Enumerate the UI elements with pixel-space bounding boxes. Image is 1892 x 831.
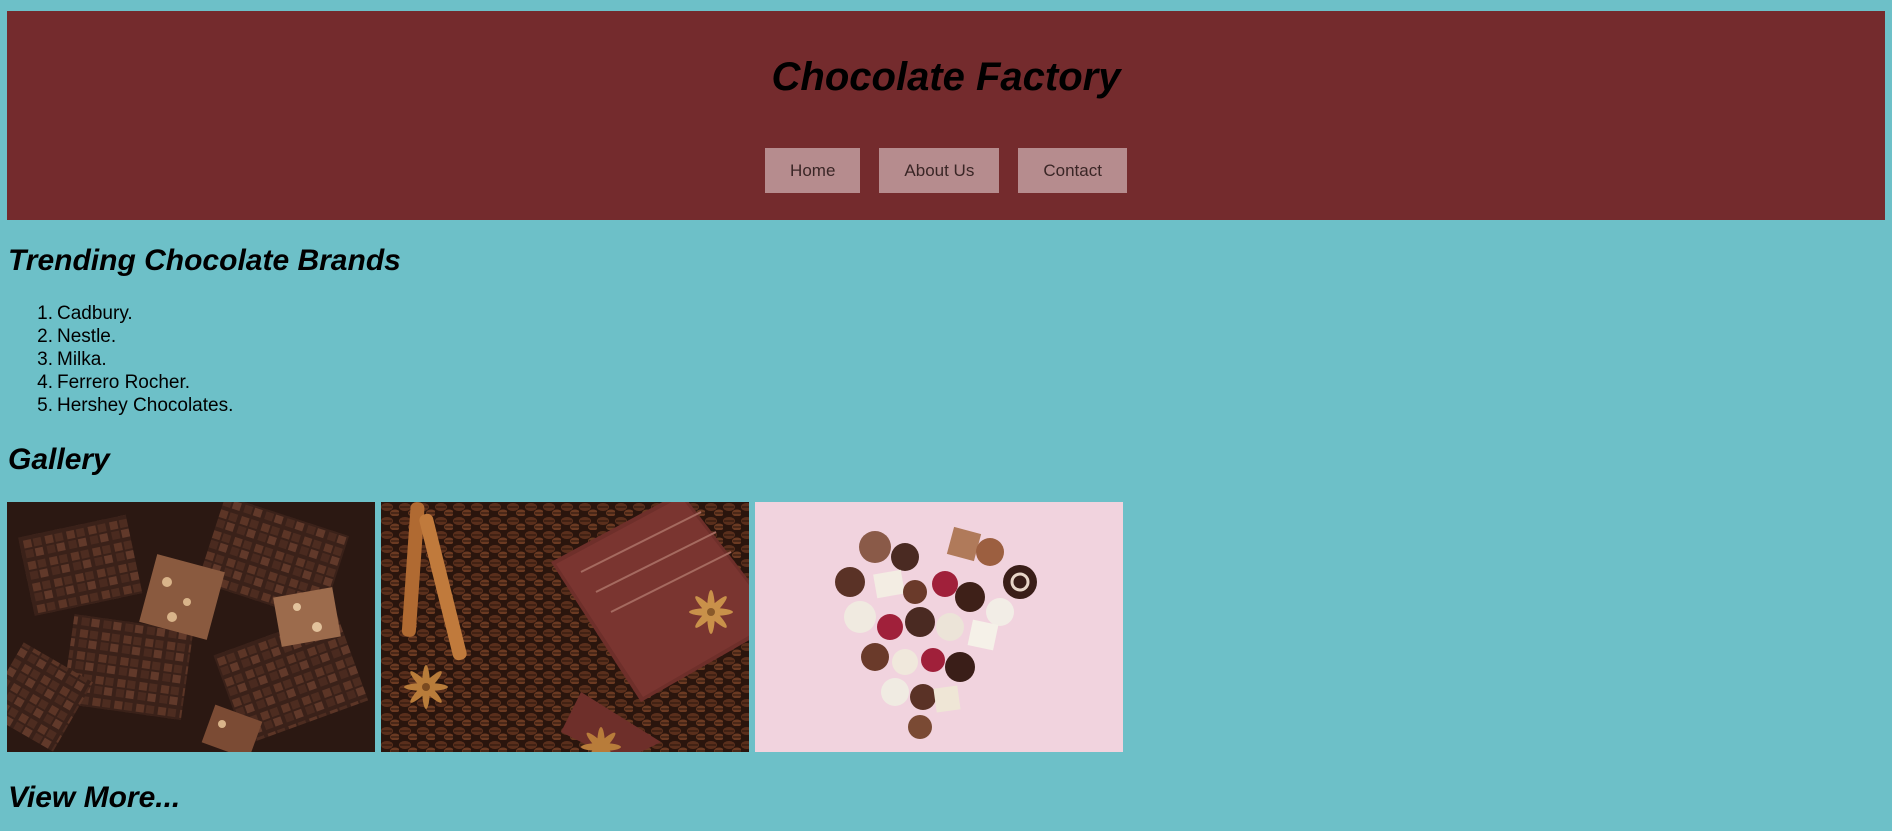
brand-list-item: 3. Milka.: [37, 348, 233, 371]
brand-label: Milka.: [57, 349, 107, 370]
nav-home-button[interactable]: Home: [765, 148, 861, 193]
site-title: Chocolate Factory: [771, 55, 1121, 99]
brand-label: Nestle.: [57, 326, 117, 347]
chocolate-pieces-image: [7, 502, 375, 752]
list-number: 4.: [37, 372, 53, 393]
brand-label: Cadbury.: [57, 303, 133, 324]
view-more-link[interactable]: View More...: [8, 780, 180, 816]
brands-list: 1. Cadbury. 2. Nestle. 3. Milka. 4. Ferr…: [37, 302, 234, 417]
brand-list-item: 2. Nestle.: [37, 325, 233, 348]
gallery-image-chocolate-coffee: [381, 502, 749, 752]
gallery-grid: [7, 502, 1123, 752]
brands-heading: Trending Chocolate Brands: [8, 244, 401, 277]
list-number: 2.: [37, 326, 53, 347]
nav-contact-button[interactable]: Contact: [1018, 148, 1127, 193]
chocolate-coffee-image: [381, 502, 749, 752]
brand-label: Ferrero Rocher.: [57, 372, 191, 393]
list-number: 3.: [37, 349, 53, 370]
gallery-image-chocolate-pieces: [7, 502, 375, 752]
main-navigation: Home About Us Contact: [7, 148, 1885, 193]
brand-list-item: 4. Ferrero Rocher.: [37, 371, 233, 394]
list-number: 1.: [37, 303, 53, 324]
gallery-heading: Gallery: [8, 443, 110, 476]
nav-about-us-button[interactable]: About Us: [879, 148, 1000, 193]
site-header: Chocolate Factory Home About Us Contact: [7, 11, 1885, 220]
chocolate-heart-image: [755, 502, 1123, 752]
brand-label: Hershey Chocolates.: [57, 395, 234, 416]
brand-list-item: 1. Cadbury.: [37, 302, 233, 325]
brand-list-item: 5. Hershey Chocolates.: [37, 394, 234, 417]
gallery-image-chocolate-heart: [755, 502, 1123, 752]
list-number: 5.: [37, 395, 53, 416]
